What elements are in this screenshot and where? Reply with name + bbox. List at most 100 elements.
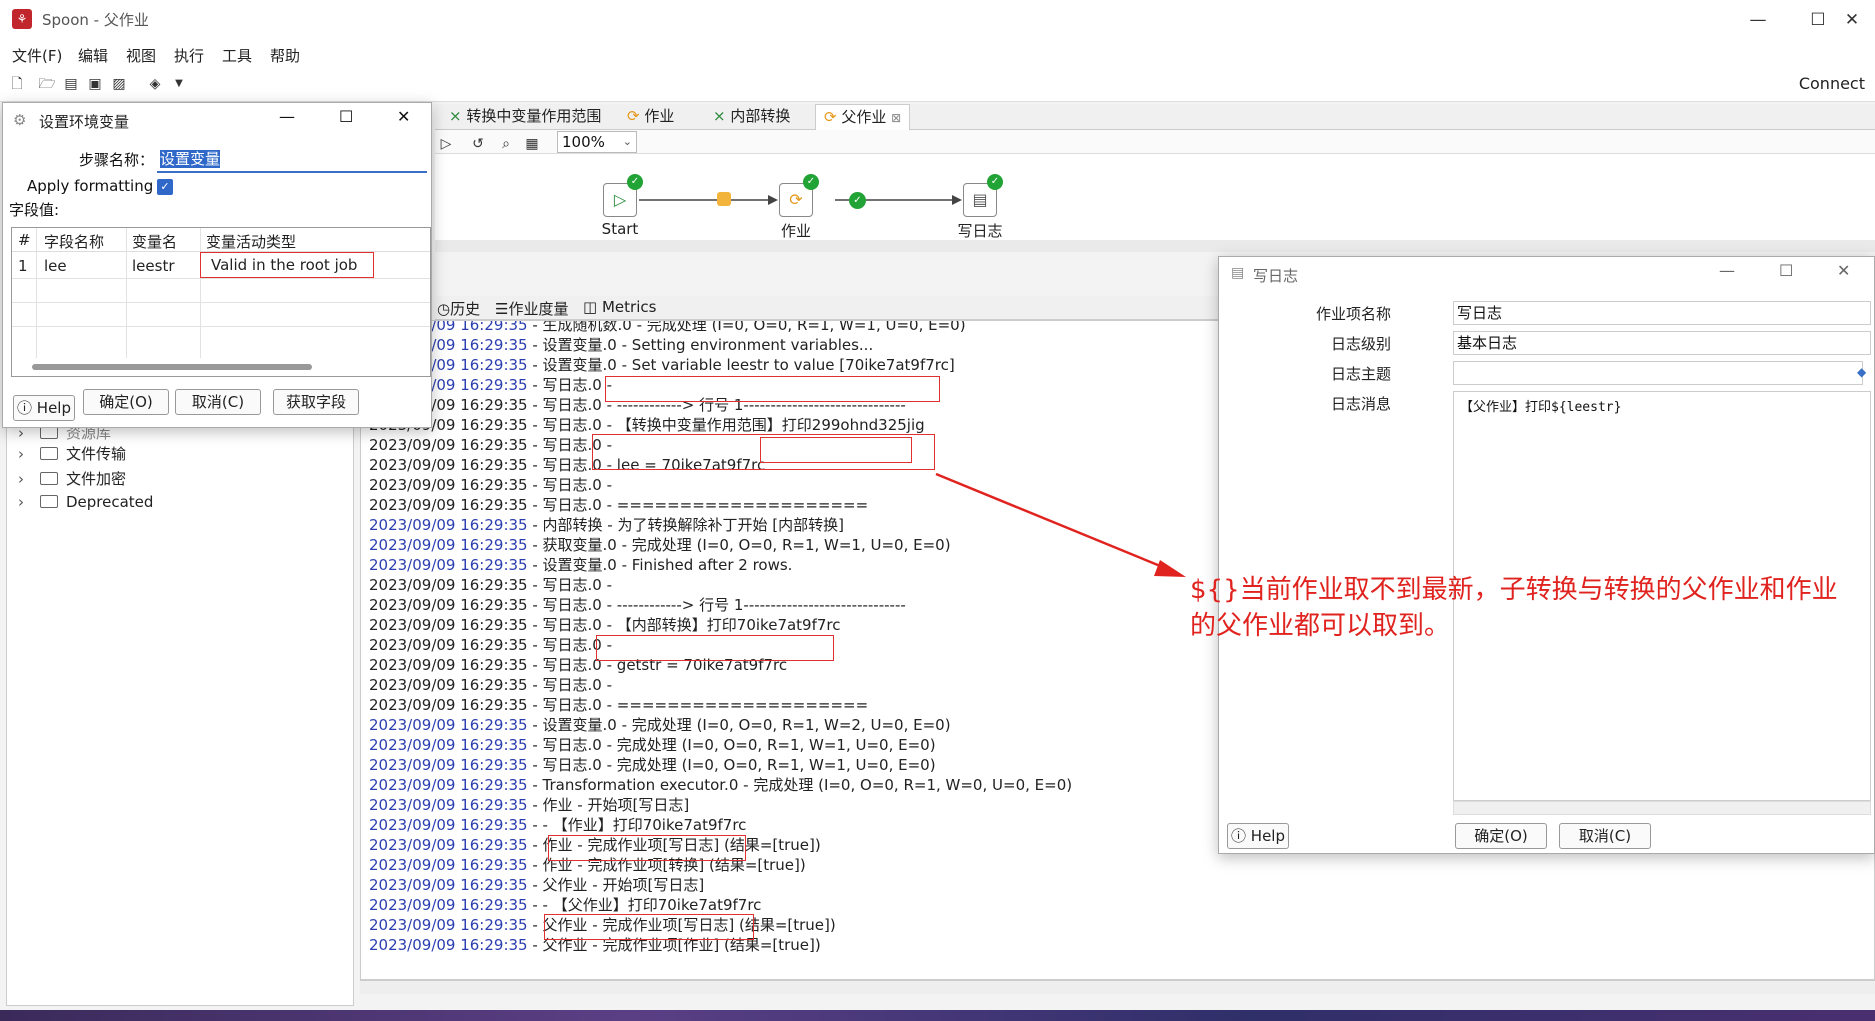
menu-file[interactable]: 文件(F) bbox=[12, 45, 62, 66]
ok-button[interactable]: 确定(O) bbox=[83, 389, 169, 415]
log-timestamp: 2023/09/09 16:29:35 bbox=[369, 736, 528, 754]
open-folder-icon[interactable]: 🗁 bbox=[38, 75, 56, 93]
ok-button[interactable]: 确定(O) bbox=[1455, 823, 1547, 849]
log-message: - 写日志.0 - 【转换中变量作用范围】打印299ohnd325jig bbox=[527, 416, 925, 434]
job-entry-name-label: 作业项名称 bbox=[1315, 305, 1391, 323]
log-message: - 获取变量.0 - 完成处理 (I=0, O=0, R=1, W=1, U=0… bbox=[527, 536, 951, 554]
column-header: 字段名称 bbox=[44, 233, 105, 251]
tab-job-metrics[interactable]: ☰作业度量 bbox=[495, 298, 568, 319]
minimize-button[interactable]: — bbox=[279, 107, 295, 126]
history-icon: ◷ bbox=[437, 300, 451, 318]
editor-tab-bar: ⨯ 转换中变量作用范围 ⟳ 作业 ⨯ 内部转换 ⟳ 父作业 ⊠ bbox=[435, 104, 1875, 130]
menu-edit[interactable]: 编辑 bbox=[78, 45, 108, 66]
tab-job[interactable]: ⟳ 作业 bbox=[619, 104, 682, 130]
chevron-down-icon: ⌄ bbox=[622, 135, 632, 148]
menu-help[interactable]: 帮助 bbox=[270, 45, 300, 66]
apply-formatting-checkbox[interactable]: ✓ bbox=[157, 179, 173, 195]
check-icon: ✓ bbox=[627, 174, 643, 190]
grid-icon[interactable]: ▦ bbox=[523, 135, 541, 153]
log-message: - 写日志.0 - bbox=[527, 476, 613, 494]
log-message: - 设置变量.0 - Set variable leestr to value … bbox=[527, 356, 955, 374]
log-timestamp: 2023/09/09 16:29:35 bbox=[369, 856, 528, 874]
save-icon[interactable]: ▣ bbox=[86, 75, 104, 93]
close-button[interactable]: ✕ bbox=[1837, 261, 1850, 280]
log-timestamp: 2023/09/09 16:29:35 bbox=[369, 656, 528, 674]
log-line: 2023/09/09 16:29:35 - 设置变量.0 - 完成处理 (I=0… bbox=[369, 715, 951, 735]
tab-inner-transform[interactable]: ⨯ 内部转换 bbox=[705, 104, 798, 130]
step-name-label: 步骤名称： bbox=[79, 151, 155, 169]
log-timestamp: 2023/09/09 16:29:35 bbox=[369, 916, 528, 934]
transform-icon: ⨯ bbox=[713, 107, 726, 125]
tab-history[interactable]: ◷历史 bbox=[437, 298, 480, 319]
log-timestamp: 2023/09/09 16:29:35 bbox=[369, 536, 528, 554]
layers-icon[interactable]: ◈ bbox=[146, 75, 164, 93]
preview-icon[interactable]: ⌕ bbox=[497, 135, 515, 153]
help-button[interactable]: ⓘ Help bbox=[1227, 823, 1289, 849]
replay-icon[interactable]: ↺ bbox=[469, 135, 487, 153]
transform-icon: ⨯ bbox=[449, 107, 462, 125]
variable-type-cell[interactable]: Valid in the root job bbox=[200, 252, 374, 278]
textarea-scrollbar[interactable] bbox=[1453, 801, 1871, 815]
close-button[interactable]: ✕ bbox=[397, 107, 410, 126]
log-scrollbar[interactable] bbox=[360, 980, 1875, 994]
column-header: 变量名 bbox=[132, 233, 178, 251]
get-fields-button[interactable]: 获取字段 bbox=[273, 389, 359, 415]
explore-icon[interactable]: ▤ bbox=[62, 75, 80, 93]
tab-parent-job[interactable]: ⟳ 父作业 ⊠ bbox=[815, 104, 911, 130]
variable-name-cell[interactable]: leestr bbox=[132, 257, 175, 275]
maximize-button[interactable]: ☐ bbox=[1779, 261, 1793, 280]
hop-arrow bbox=[768, 195, 778, 205]
step-name-input[interactable]: 设置变量 bbox=[157, 147, 427, 173]
dialog-icon: ⚙ bbox=[13, 111, 27, 129]
cancel-button[interactable]: 取消(C) bbox=[175, 389, 261, 415]
cancel-button[interactable]: 取消(C) bbox=[1559, 823, 1651, 849]
dialog-title: 写日志 bbox=[1253, 267, 1299, 285]
variable-diamond-icon[interactable]: ◆ bbox=[1857, 365, 1866, 379]
tree-item-file-encryption[interactable]: › 文件加密 bbox=[18, 468, 126, 489]
tree-item-deprecated[interactable]: › Deprecated bbox=[18, 493, 153, 511]
log-line: 2023/09/09 16:29:35 - 写日志.0 - 【转换中变量作用范围… bbox=[369, 415, 925, 435]
minimize-button[interactable]: — bbox=[1719, 261, 1735, 280]
log-line: 2023/09/09 16:29:35 - 写日志.0 - ==========… bbox=[369, 695, 868, 715]
log-level-select[interactable]: 基本日志 bbox=[1453, 331, 1871, 355]
tab-metrics[interactable]: ◫ Metrics bbox=[583, 298, 656, 316]
tab-close-icon[interactable]: ⊠ bbox=[891, 111, 901, 125]
maximize-button[interactable]: ☐ bbox=[339, 107, 353, 126]
job-canvas[interactable]: ✓ ▷ ✓ Start ⟳ ✓ 作业 ▤ ✓ 写日志 bbox=[435, 154, 1875, 240]
log-message: - 设置变量.0 - Setting environment variables… bbox=[527, 336, 874, 354]
canvas-scrollbar[interactable] bbox=[435, 240, 1875, 252]
menu-view[interactable]: 视图 bbox=[126, 45, 156, 66]
connect-button[interactable]: Connect bbox=[1799, 74, 1865, 93]
highlight-box bbox=[596, 635, 834, 661]
log-line: 2023/09/09 16:29:35 - 作业 - 开始项[写日志] bbox=[369, 795, 689, 815]
log-line: 2023/09/09 16:29:35 - 写日志.0 - bbox=[369, 635, 612, 655]
fields-label: 字段值: bbox=[9, 201, 60, 219]
menu-tools[interactable]: 工具 bbox=[222, 45, 252, 66]
help-button[interactable]: ⓘ Help bbox=[13, 395, 75, 421]
save-as-icon[interactable]: ▨ bbox=[110, 75, 128, 93]
chevron-down-icon[interactable]: ▼ bbox=[170, 75, 188, 93]
row-number: 1 bbox=[18, 257, 28, 275]
minimize-button[interactable]: — bbox=[1730, 4, 1786, 36]
menu-run[interactable]: 执行 bbox=[174, 45, 204, 66]
table-scrollbar[interactable] bbox=[32, 364, 312, 370]
run-icon[interactable]: ▷ bbox=[437, 135, 455, 153]
tab-transform-scope[interactable]: ⨯ 转换中变量作用范围 bbox=[441, 104, 609, 130]
log-timestamp: 2023/09/09 16:29:35 bbox=[369, 496, 528, 514]
column-header: # bbox=[18, 231, 31, 249]
job-entry-name-input[interactable]: 写日志 bbox=[1453, 301, 1871, 325]
table-row[interactable]: 1 lee leestr Valid in the root job bbox=[12, 252, 430, 278]
log-timestamp: 2023/09/09 16:29:35 bbox=[369, 696, 528, 714]
help-icon: ⓘ bbox=[17, 399, 33, 417]
close-button[interactable]: ✕ bbox=[1830, 4, 1874, 36]
spoon-app-icon: ⚘ bbox=[12, 9, 32, 29]
new-file-icon[interactable]: 🗋 bbox=[8, 75, 26, 93]
log-message: - 设置变量.0 - Finished after 2 rows. bbox=[527, 556, 793, 574]
highlight-box bbox=[760, 437, 912, 463]
log-subject-input[interactable] bbox=[1453, 361, 1863, 385]
log-line: 2023/09/09 16:29:35 - 写日志.0 - 完成处理 (I=0,… bbox=[369, 755, 936, 775]
tree-item-file-transfer[interactable]: › 文件传输 bbox=[18, 443, 126, 464]
window-title: Spoon - 父作业 bbox=[42, 11, 149, 29]
zoom-select[interactable]: 100% ⌄ bbox=[557, 131, 637, 153]
field-name-cell[interactable]: lee bbox=[44, 257, 67, 275]
